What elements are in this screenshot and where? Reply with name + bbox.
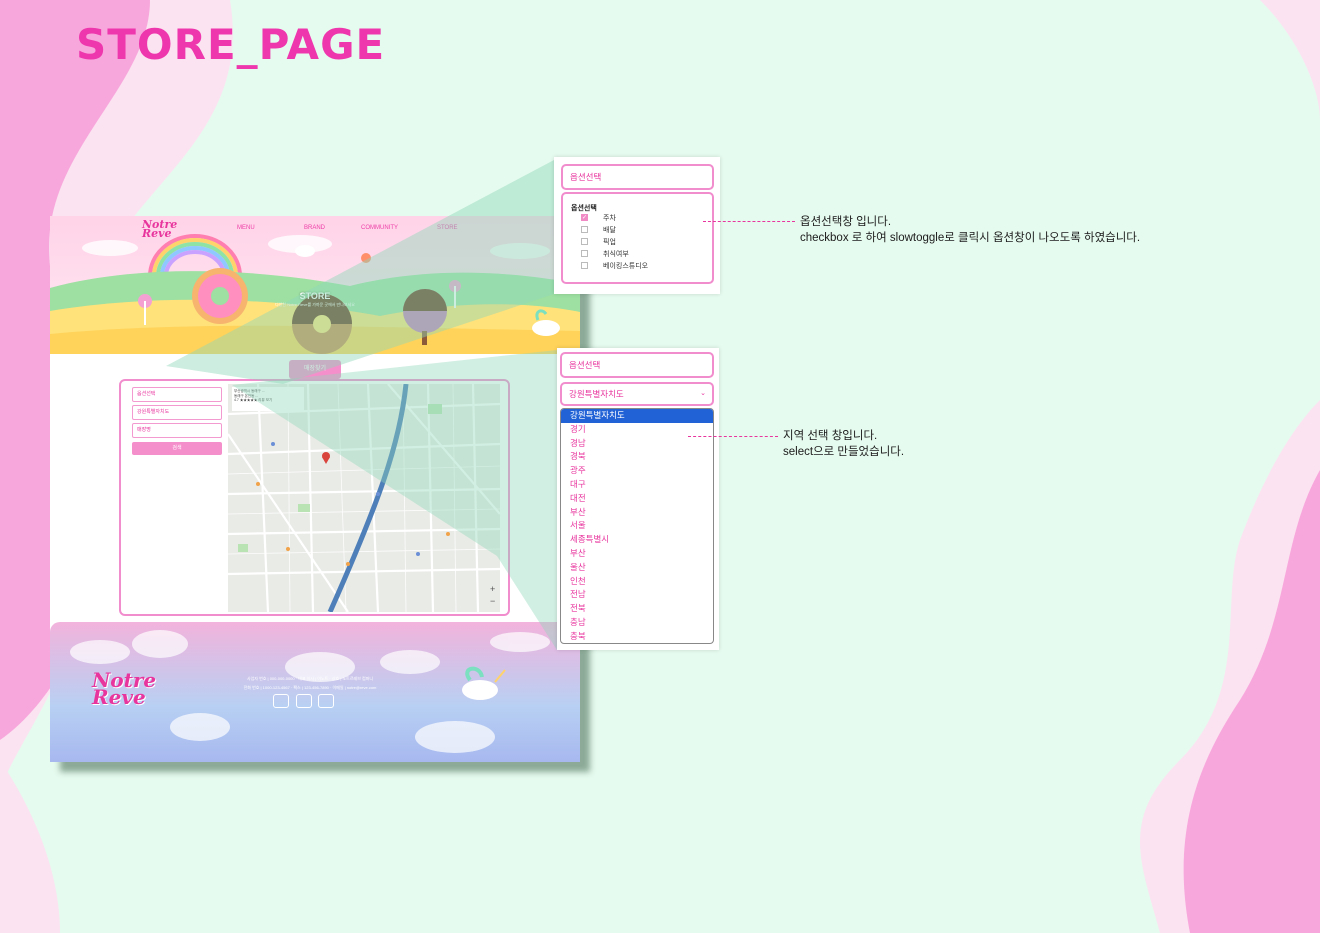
option-select-panel: 옵션선택 옵션선택 ✓ 주차 배달 픽업 취식여부 베이킹스튜디오: [554, 157, 720, 294]
option-note: 옵션선택창 입니다. checkbox 로 하여 slowtoggle로 클릭시…: [800, 214, 1140, 246]
svg-text:−: −: [490, 596, 495, 606]
instagram-icon[interactable]: [273, 694, 289, 708]
region-option[interactable]: 경기: [561, 423, 713, 437]
region-options-list[interactable]: 강원특별자치도 경기 경남 경북 광주 대구 대전 부산 서울 세종특별시 부산 울산 인천 전남 전북 충남…: [560, 408, 714, 644]
region-option[interactable]: 강원특별자치도: [561, 409, 713, 423]
svg-text:+: +: [490, 584, 495, 594]
region-option[interactable]: 부산: [561, 506, 713, 520]
region-note: 지역 선택 창입니다. select으로 만들었습니다.: [783, 428, 904, 460]
option-label: 취식여부: [603, 251, 629, 258]
checkbox[interactable]: ✓: [581, 214, 588, 221]
region-option[interactable]: 경남: [561, 437, 713, 451]
region-option[interactable]: 서울: [561, 519, 713, 533]
region-option[interactable]: 세종특별시: [561, 533, 713, 547]
store-finder: 옵션선택 강원특별자치도 매장명 검색 + − 부산광역시 동래구 ... 동래…: [119, 379, 510, 616]
page-title: STORE_PAGE: [76, 20, 386, 69]
checkbox[interactable]: [581, 226, 588, 233]
region-note-line: select으로 만들었습니다.: [783, 446, 905, 458]
footer-info: 사업자 번호 | 000-000-0000 · 대표 이사 | 이노트 · 상호…: [220, 674, 400, 692]
hero-subtitle: 다양한 Notre Reve를 가까운 곳에서 만나보세요: [275, 302, 355, 307]
search-button[interactable]: 검색: [132, 442, 222, 455]
site-footer: Notre Reve 사업자 번호 | 000-000-0000 · 대표 이사…: [50, 622, 580, 762]
footer-logo[interactable]: Notre Reve: [92, 670, 156, 707]
unicorn-illustration: [462, 666, 506, 700]
region-select-value: 강원특별자치도: [569, 389, 624, 399]
region-select[interactable]: 강원특별자치도 ⌄: [560, 382, 714, 406]
option-note-line: checkbox 로 하여 slowtoggle로 클릭시 옵션창이 나오도록 …: [800, 232, 1141, 244]
store-page-mockup: Notre Reve MENU BRAND COMMUNITY STORE ST…: [50, 216, 580, 762]
option-field[interactable]: 옵션선택: [561, 164, 714, 190]
site-nav: MENU BRAND COMMUNITY STORE: [50, 225, 580, 237]
region-option[interactable]: 충북: [561, 630, 713, 643]
checkbox[interactable]: [581, 262, 588, 269]
map-store-card[interactable]: 부산광역시 동래구 ... 동래구 온천동 ... 4.7 ★★★★★ 리뷰 보…: [232, 387, 304, 411]
nav-store[interactable]: STORE: [437, 225, 458, 231]
footer-info-line: 전화 번호 | 1000-123-4567 · 팩스 | 123-456-789…: [243, 685, 377, 690]
option-label: 베이킹스튜디오: [603, 263, 649, 270]
region-option[interactable]: 경북: [561, 450, 713, 464]
option-dropdown: 옵션선택 ✓ 주차 배달 픽업 취식여부 베이킹스튜디오: [561, 192, 714, 284]
option-field[interactable]: 옵션선택: [560, 352, 714, 378]
region-option[interactable]: 전북: [561, 602, 713, 616]
option-label: 픽업: [603, 239, 616, 246]
option-field[interactable]: 옵션선택: [132, 387, 222, 402]
region-select[interactable]: 강원특별자치도: [132, 405, 222, 420]
checkbox[interactable]: [581, 238, 588, 245]
region-note-leader: [688, 436, 778, 437]
find-store-button[interactable]: 매장찾기: [289, 360, 341, 379]
region-option[interactable]: 대전: [561, 492, 713, 506]
hero-title: STORE: [299, 291, 331, 301]
option-label: 배달: [603, 227, 616, 234]
option-label: 주차: [603, 215, 616, 222]
region-option[interactable]: 인천: [561, 575, 713, 589]
youtube-icon[interactable]: [296, 694, 312, 708]
option-note-line: 옵션선택창 입니다.: [800, 216, 892, 228]
nav-menu[interactable]: MENU: [237, 225, 255, 231]
region-select-panel: 옵션선택 강원특별자치도 ⌄ 강원특별자치도 경기 경남 경북 광주 대구 대전 부산 서울 세종…: [557, 348, 719, 650]
option-note-leader: [703, 221, 795, 222]
region-option[interactable]: 울산: [561, 561, 713, 575]
hero-banner: Notre Reve MENU BRAND COMMUNITY STORE ST…: [50, 216, 580, 354]
region-option[interactable]: 전남: [561, 588, 713, 602]
dropdown-title: 옵션선택: [571, 205, 597, 212]
footer-info-line: 사업자 번호 | 000-000-0000 · 대표 이사 | 이노트 · 상호…: [246, 676, 374, 681]
region-option[interactable]: 대구: [561, 478, 713, 492]
region-option[interactable]: 광주: [561, 464, 713, 478]
region-note-line: 지역 선택 창입니다.: [783, 430, 878, 442]
store-name-input[interactable]: 매장명: [132, 423, 222, 438]
chevron-down-icon: ⌄: [700, 390, 706, 397]
gallery-icon[interactable]: [318, 694, 334, 708]
region-option[interactable]: 충남: [561, 616, 713, 630]
checkbox[interactable]: [581, 250, 588, 257]
map-streets: + −: [228, 384, 500, 612]
store-map[interactable]: + − 부산광역시 동래구 ... 동래구 온천동 ... 4.7 ★★★★★ …: [228, 384, 500, 612]
nav-brand[interactable]: BRAND: [304, 225, 325, 231]
region-option[interactable]: 부산: [561, 547, 713, 561]
nav-community[interactable]: COMMUNITY: [361, 225, 398, 231]
